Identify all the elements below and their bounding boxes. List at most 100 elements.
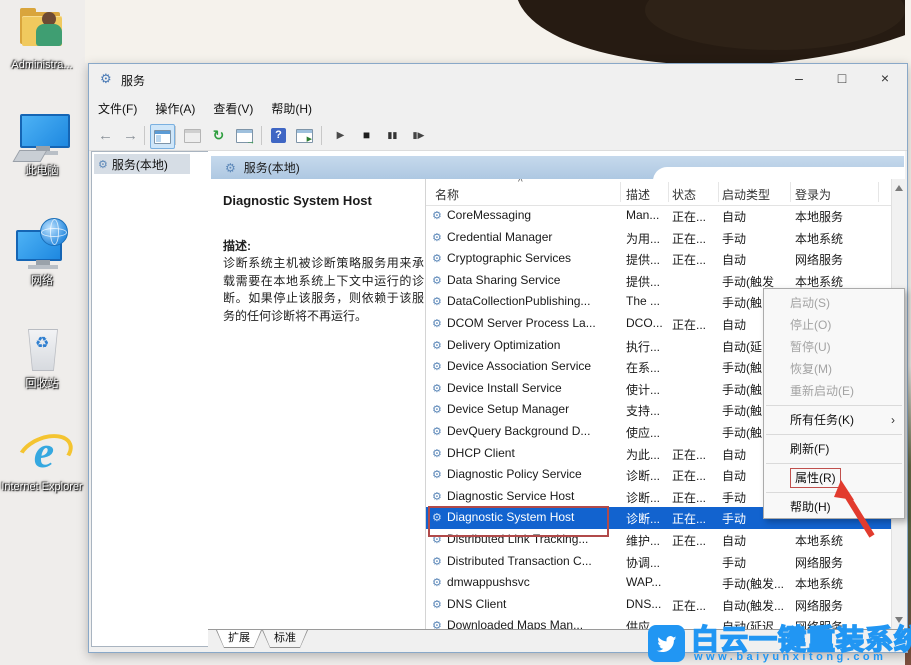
service-row[interactable]: ⚙dmwappushsvcWAP...手动(触发...本地系统 [426,572,891,594]
toolbar-separator [321,126,322,145]
tree-item-label: 服务(本地) [112,156,168,173]
service-description: 提供... [626,251,671,268]
menu-item-0[interactable]: 文件(F) [89,95,146,122]
desktop-icon-label: 此电脑 [0,165,84,178]
start-service-icon[interactable]: ▶ [329,124,352,147]
service-description: DCO... [626,316,671,330]
view-tab-standard[interactable]: 标准 [262,630,308,648]
service-gear-icon: ⚙ [432,317,442,330]
glyph: ▶ [337,124,345,147]
service-name: Diagnostic Policy Service [447,467,623,481]
view-tab-label: 扩展 [217,630,261,647]
service-status: 正在... [672,510,720,527]
column-header-2[interactable]: 状态 [672,186,696,203]
desktop-icon-recycle-bin[interactable]: ♻回收站 [0,325,84,391]
service-logon-as: 网络服务 [795,554,887,571]
minimize-button[interactable]: – [782,64,816,93]
service-gear-icon: ⚙ [432,403,442,416]
pause-service-icon[interactable]: ▮▮ [381,124,404,147]
service-status: 正在... [672,208,720,225]
column-separator [620,182,621,202]
glyph: ← [98,124,113,147]
service-status: 正在... [672,597,720,614]
submenu-arrow-icon: › [891,409,895,431]
service-row[interactable]: ⚙Credential Manager为用...正在...手动本地系统 [426,227,891,249]
desktop-icon-this-pc[interactable]: 此电脑 [0,112,84,178]
service-name: Downloaded Maps Man... [447,618,623,629]
context-menu-item-8[interactable]: 刷新(F) [764,438,904,460]
refresh-icon[interactable]: ↻ [207,124,230,147]
service-description: 提供... [626,273,671,290]
service-gear-icon: ⚙ [432,468,442,481]
service-gear-icon: ⚙ [432,339,442,352]
service-description: 使应... [626,424,671,441]
service-description: 在系... [626,359,671,376]
menu-item-1[interactable]: 操作(A) [146,95,204,122]
service-row[interactable]: ⚙DNS ClientDNS...正在...自动(触发...网络服务 [426,594,891,616]
glyph: ▮▶ [413,124,425,147]
service-name: Device Setup Manager [447,402,623,416]
service-name: Cryptographic Services [447,251,623,265]
scroll-up-icon[interactable] [895,185,903,191]
menu-item-3[interactable]: 帮助(H) [262,95,321,122]
export-list-icon[interactable] [233,124,256,147]
service-description: 诊断... [626,467,671,484]
service-row[interactable]: ⚙Cryptographic Services提供...正在...自动网络服务 [426,248,891,270]
restart-service-icon[interactable]: ▮▶ [407,124,430,147]
watermark-url: www.baiyunxitong.com [694,651,886,663]
console-tree-pane: ⚙ 服务(本地) [91,151,209,647]
menu-item-2[interactable]: 查看(V) [204,95,262,122]
service-logon-as: 网络服务 [795,251,887,268]
service-gear-icon: ⚙ [432,490,442,503]
column-header-4[interactable]: 登录为 [795,186,831,203]
service-name: Delivery Optimization [447,338,623,352]
screenshot-stage: Administra... 此电脑网络 ♻回收站 eInternet Explorer… [0,0,911,665]
properties-icon[interactable] [181,124,204,147]
desktop-icon-internet-explorer[interactable]: eInternet Explorer [0,428,84,494]
show-action-pane-icon[interactable] [293,124,316,147]
glyph: ■ [363,124,370,147]
service-startup-type: 手动 [722,230,794,247]
help-icon[interactable]: ? [267,124,290,147]
title-bar[interactable]: ⚙ 服务 – □ × [89,64,907,95]
service-row[interactable]: ⚙Distributed Transaction C...协调...手动网络服务 [426,551,891,573]
window-glyph [184,129,201,143]
desktop-icon-administrator-folder[interactable]: Administra... [0,6,84,72]
toolbar-separator [144,126,145,145]
service-name: Device Association Service [447,359,623,373]
maximize-button[interactable]: □ [825,64,859,93]
services-gear-icon: ⚙ [100,71,112,87]
close-button[interactable]: × [868,64,902,93]
forward-icon[interactable]: → [119,124,142,147]
desktop-icon-network[interactable]: 网络 [0,222,84,288]
service-description: 诊断... [626,510,671,527]
service-name: DataCollectionPublishing... [447,294,623,308]
column-header-3[interactable]: 启动类型 [722,186,770,203]
desktop-icon-label: 回收站 [0,378,84,391]
computer-icon [14,112,70,162]
service-startup-type: 手动 [722,554,794,571]
service-row[interactable]: ⚙CoreMessagingMan...正在...自动本地服务 [426,205,891,227]
service-description: 为此... [626,446,671,463]
service-status: 正在... [672,489,720,506]
column-header-1[interactable]: 描述 [626,186,650,203]
service-startup-type: 自动(触发... [722,597,794,614]
stop-service-icon[interactable]: ■ [355,124,378,147]
service-description: The ... [626,294,671,308]
window-glyph [236,129,253,143]
service-name: DNS Client [447,597,623,611]
service-gear-icon: ⚙ [432,382,442,395]
context-menu-item-6[interactable]: 所有任务(K)› [764,409,904,431]
service-gear-icon: ⚙ [432,209,442,222]
view-tab-extended[interactable]: 扩展 [216,630,262,648]
column-header-0[interactable]: 名称 [435,186,459,203]
service-name: DevQuery Background D... [447,424,623,438]
description-text: 诊断系统主机被诊断策略服务用来承载需要在本地系统上下文中运行的诊断。如果停止该服… [223,255,424,325]
back-icon[interactable]: ← [94,124,117,147]
service-startup-type: 自动 [722,208,794,225]
show-console-tree-icon[interactable] [150,124,175,149]
service-gear-icon: ⚙ [432,274,442,287]
tree-item-services-local[interactable]: ⚙ 服务(本地) [94,154,190,174]
service-name: Credential Manager [447,230,623,244]
service-startup-type: 自动 [722,532,794,549]
